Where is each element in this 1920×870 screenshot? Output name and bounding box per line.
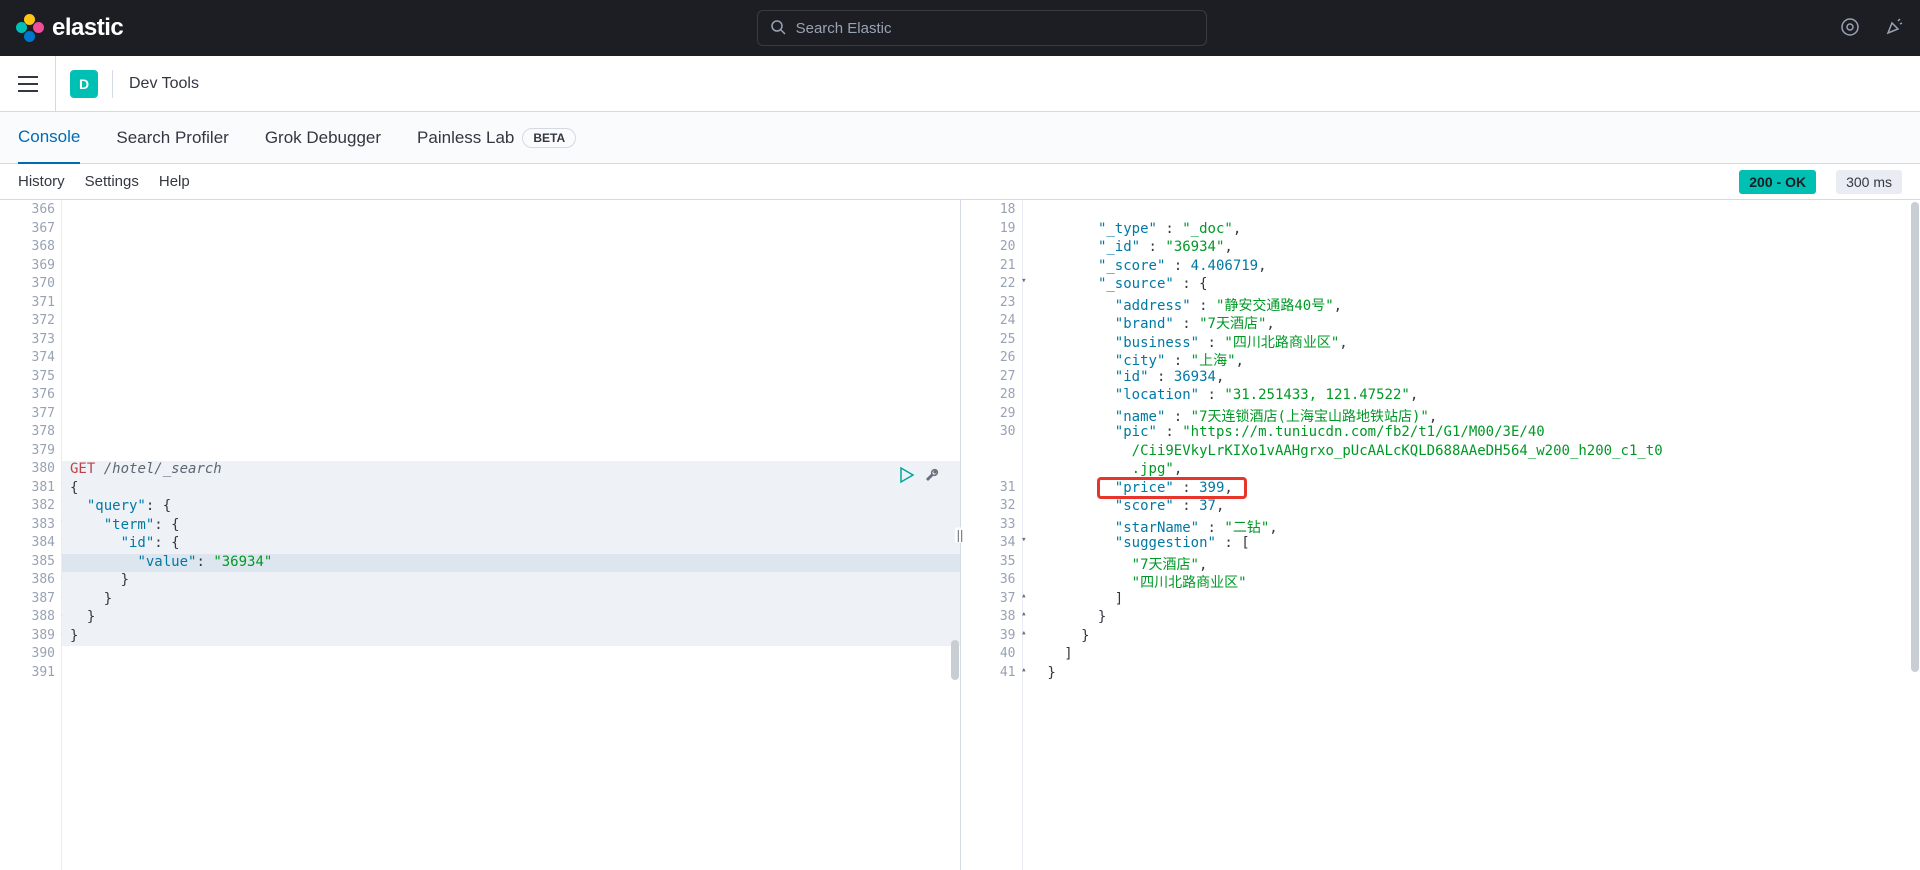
tab-grok-debugger[interactable]: Grok Debugger (265, 112, 381, 164)
history-link[interactable]: History (18, 173, 65, 190)
tabs: Console Search Profiler Grok Debugger Pa… (0, 112, 1920, 164)
request-gutter: 3663673683693703713723733743753763773783… (0, 200, 62, 870)
settings-link[interactable]: Settings (85, 173, 139, 190)
status-badge: 200 - OK (1739, 170, 1816, 194)
wrench-icon[interactable] (924, 466, 942, 488)
tab-search-profiler[interactable]: Search Profiler (116, 112, 228, 164)
hamburger-icon (18, 76, 38, 92)
request-pane[interactable]: 3663673683693703713723733743753763773783… (0, 200, 961, 870)
request-code[interactable]: GET /hotel/_search{ "query": { "term": {… (62, 200, 960, 870)
search-input[interactable] (796, 20, 1194, 37)
response-scrollbar[interactable] (1910, 200, 1920, 870)
global-search[interactable] (757, 10, 1207, 46)
tab-console[interactable]: Console (18, 112, 80, 164)
editor-area: 3663673683693703713723733743753763773783… (0, 200, 1920, 870)
brand-logo[interactable]: elastic (16, 14, 123, 42)
beta-badge: BETA (522, 128, 576, 148)
response-gutter: 1819202122▾232425262728293031323334▾3536… (961, 200, 1023, 870)
pane-splitter[interactable]: || (955, 528, 965, 543)
brand-text: elastic (52, 14, 123, 42)
header-row: D Dev Tools (0, 56, 1920, 112)
nav-toggle-button[interactable] (0, 56, 56, 112)
response-pane[interactable]: 1819202122▾232425262728293031323334▾3536… (961, 200, 1920, 870)
response-code[interactable]: "_type" : "_doc", "_id" : "36934", "_sco… (1023, 200, 1920, 870)
elastic-logo-icon (16, 14, 44, 42)
run-icon[interactable] (898, 466, 916, 488)
newsfeed-icon[interactable] (1840, 17, 1860, 40)
console-toolbar: History Settings Help 200 - OK 300 ms (0, 164, 1920, 200)
celebrate-icon[interactable] (1884, 17, 1904, 40)
time-badge: 300 ms (1836, 170, 1902, 194)
search-icon (770, 19, 786, 38)
help-link[interactable]: Help (159, 173, 190, 190)
top-bar: elastic (0, 0, 1920, 56)
breadcrumb-page-title[interactable]: Dev Tools (129, 75, 199, 93)
space-selector[interactable]: D (70, 70, 98, 98)
tab-painless-lab[interactable]: Painless Lab BETA (417, 112, 576, 164)
